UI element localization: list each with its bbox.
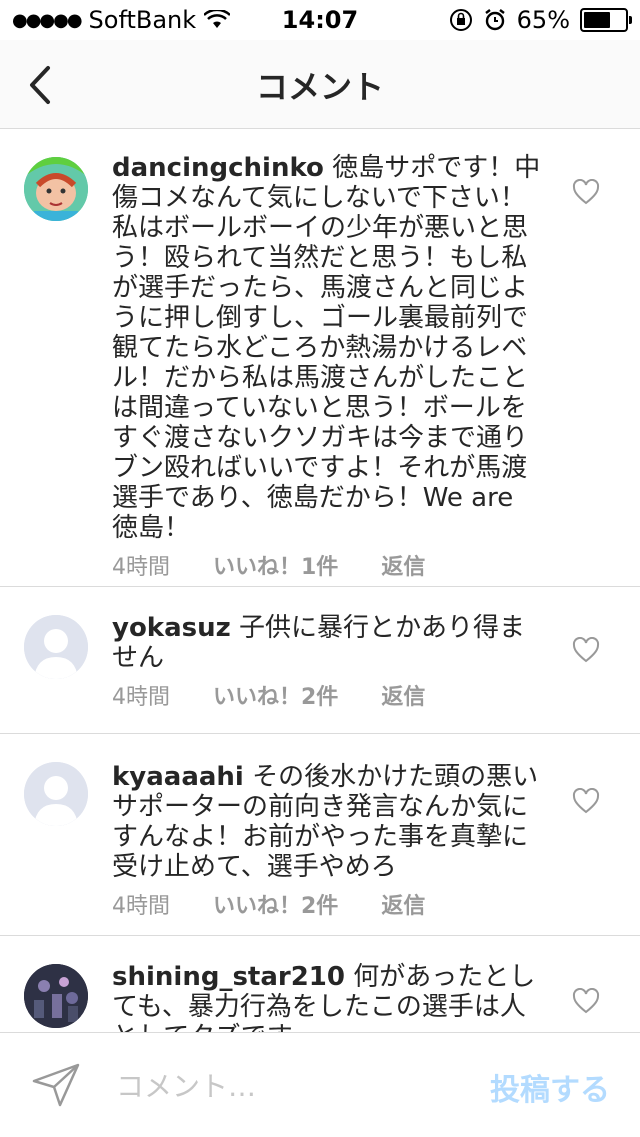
orientation-lock-icon (449, 9, 472, 31)
comment-username[interactable]: kyaaaahi (112, 762, 244, 792)
cartoon-avatar-image (24, 157, 88, 221)
comment-input[interactable] (114, 1061, 458, 1111)
heart-icon[interactable] (572, 988, 600, 1014)
avatar[interactable] (24, 157, 88, 221)
comment-item: dancingchinko 徳島サポです！中傷コメなんて気にしないで下さい！私は… (0, 129, 640, 587)
post-button[interactable]: 投稿する (490, 1065, 610, 1109)
comment-time: 4時間 (112, 555, 170, 580)
like-count-link[interactable]: いいね！2件 (213, 683, 338, 713)
reply-button[interactable]: 返信 (381, 553, 425, 583)
like-count-link[interactable]: いいね！2件 (213, 892, 338, 922)
comment-meta: 4時間 いいね！2件 返信 (112, 683, 544, 713)
avatar[interactable] (24, 615, 88, 679)
like-count-link[interactable]: いいね！1件 (213, 553, 338, 583)
comment-username[interactable]: yokasuz (112, 613, 231, 643)
comment-list[interactable]: dancingchinko 徳島サポです！中傷コメなんて気にしないで下さい！私は… (0, 129, 640, 1032)
avatar[interactable] (24, 762, 88, 826)
comment-text: 徳島サポです！中傷コメなんて気にしないで下さい！私はボールボーイの少年が悪いと思… (112, 153, 541, 543)
reply-button[interactable]: 返信 (381, 683, 425, 713)
comment-username[interactable]: shining_star210 (112, 962, 345, 992)
avatar[interactable] (24, 964, 88, 1028)
comment-item: yokasuz 子供に暴行とかあり得ません 4時間 いいね！2件 返信 (0, 587, 640, 734)
heart-icon[interactable] (572, 179, 600, 205)
default-avatar-icon (24, 762, 88, 826)
heart-icon[interactable] (572, 788, 600, 814)
heart-icon[interactable] (572, 637, 600, 663)
comment-item: shining_star210 何があったとしても、暴力行為をしたこの選手は人と… (0, 936, 640, 1032)
battery-icon (580, 8, 632, 32)
page-title: コメント (255, 68, 384, 106)
alarm-icon (484, 9, 505, 31)
comment-time: 4時間 (112, 894, 170, 919)
nav-bar: コメント (0, 40, 640, 129)
comment-composer: 投稿する (0, 1032, 640, 1137)
comment-item: kyaaaahi その後水かけた頭の悪いサポーターの前向き発言なんか気にすんなよ… (0, 734, 640, 936)
status-bar: ●●●●● SoftBank 14:07 65% (0, 0, 640, 40)
send-icon[interactable] (30, 1061, 82, 1109)
comment-time: 4時間 (112, 685, 170, 710)
battery-percent: 65% (516, 6, 570, 34)
comment-username[interactable]: dancingchinko (112, 153, 324, 183)
reply-button[interactable]: 返信 (381, 892, 425, 922)
comment-meta: 4時間 いいね！1件 返信 (112, 553, 544, 583)
photo-avatar-image (24, 964, 88, 1028)
default-avatar-icon (24, 615, 88, 679)
comment-meta: 4時間 いいね！2件 返信 (112, 892, 544, 922)
